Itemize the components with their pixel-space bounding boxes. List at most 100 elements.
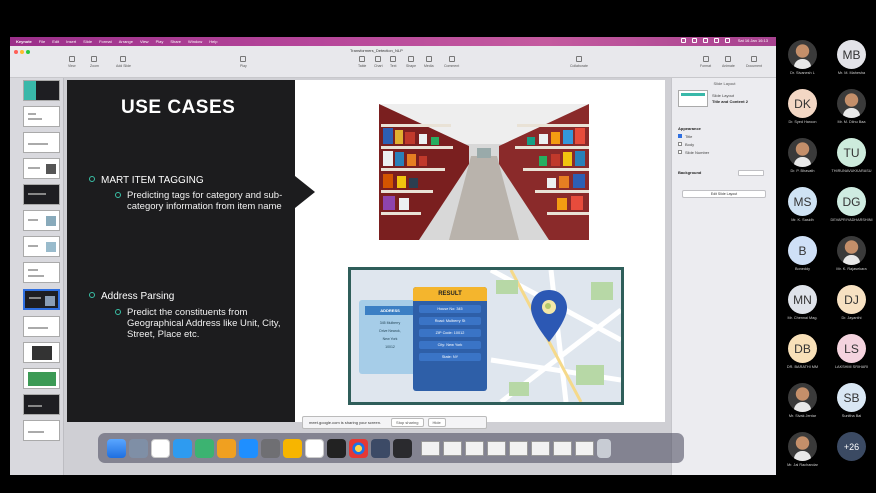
participant-tile[interactable]: LS LAKSHMI SRIHARI bbox=[827, 331, 876, 380]
app-icon[interactable] bbox=[371, 438, 390, 458]
status-icon[interactable] bbox=[691, 38, 697, 43]
document-thumbnail-icon[interactable] bbox=[509, 440, 528, 456]
toolbar-format-button[interactable]: Format bbox=[700, 56, 711, 68]
finder-icon[interactable] bbox=[107, 438, 126, 458]
document-thumbnail-icon[interactable] bbox=[553, 440, 572, 456]
pages-icon[interactable] bbox=[217, 438, 236, 458]
participant-tile[interactable]: Mr. Jai Rachandar bbox=[778, 429, 827, 478]
document-thumbnail-icon[interactable] bbox=[421, 440, 440, 456]
slide-thumbnail[interactable] bbox=[23, 184, 60, 205]
participant-tile[interactable]: B Boneddy bbox=[778, 233, 827, 282]
status-icon[interactable] bbox=[713, 38, 719, 43]
participant-tile[interactable]: TU THIRUNAVUKKARASU bbox=[827, 135, 876, 184]
participant-tile[interactable]: DG DEVAPRIYADHARSHINI bbox=[827, 184, 876, 233]
participant-tile[interactable]: Mr. M. Dilnu Baa bbox=[827, 86, 876, 135]
participant-tile[interactable]: DB DR. BARATHI MM bbox=[778, 331, 827, 380]
wifi-icon[interactable] bbox=[724, 38, 730, 43]
menu-slide[interactable]: Slide bbox=[83, 39, 92, 44]
sub-bullet-address[interactable]: Predict the constituents from Geographic… bbox=[115, 307, 287, 340]
layout-name[interactable]: Title and Content 2 bbox=[712, 99, 748, 104]
menu-edit[interactable]: Edit bbox=[52, 39, 59, 44]
menu-file[interactable]: File bbox=[39, 39, 45, 44]
calendar-icon[interactable] bbox=[151, 438, 170, 458]
edit-slide-layout-button[interactable]: Edit Slide Layout bbox=[682, 190, 766, 198]
menu-window[interactable]: Window bbox=[188, 39, 202, 44]
participant-tile[interactable]: DK Dr. Syed Haroon bbox=[778, 86, 827, 135]
toolbar-collaborate-button[interactable]: Collaborate bbox=[570, 56, 588, 68]
terminal-icon[interactable] bbox=[327, 438, 346, 458]
slide-thumbnail[interactable] bbox=[23, 394, 60, 415]
slide-thumbnail[interactable] bbox=[23, 420, 60, 441]
toolbar-animate-button[interactable]: Animate bbox=[722, 56, 735, 68]
document-thumbnail-icon[interactable] bbox=[465, 440, 484, 456]
trash-icon[interactable] bbox=[597, 438, 611, 458]
slide-thumbnail[interactable] bbox=[23, 80, 60, 101]
slide-thumbnail[interactable] bbox=[23, 368, 60, 389]
participant-tile[interactable]: Mr. K. Rajasekara bbox=[827, 233, 876, 282]
app-store-icon[interactable] bbox=[239, 438, 258, 458]
participant-tile[interactable]: MS Mr. K. Sasidh bbox=[778, 184, 827, 233]
sub-bullet-mart[interactable]: Predicting tags for category and sub- ca… bbox=[115, 190, 287, 212]
supermarket-aisle-image[interactable] bbox=[379, 104, 589, 240]
body-checkbox[interactable] bbox=[678, 142, 682, 146]
numbers-icon[interactable] bbox=[195, 438, 214, 458]
menubar-clock[interactable]: Sat 16 Jan 16:13 bbox=[738, 38, 768, 43]
toolbar-view-button[interactable]: View bbox=[68, 56, 76, 68]
slide-thumbnail[interactable] bbox=[23, 158, 60, 179]
hide-banner-button[interactable]: Hide bbox=[427, 418, 446, 427]
document-thumbnail-icon[interactable] bbox=[531, 440, 550, 456]
participant-tile[interactable]: MN Mr. Chennai Mag. bbox=[778, 282, 827, 331]
tab-slide-layout[interactable]: Slide Layout bbox=[713, 81, 735, 86]
participant-tile[interactable]: MB Mr. M. Mahesha bbox=[827, 37, 876, 86]
slide-number-checkbox[interactable] bbox=[678, 150, 682, 154]
toolbar-chart-button[interactable]: Chart bbox=[374, 56, 383, 68]
toolbar-play-button[interactable]: Play bbox=[240, 56, 247, 68]
bullet-address-parsing[interactable]: Address Parsing bbox=[89, 291, 174, 302]
slide-thumbnail[interactable] bbox=[23, 262, 60, 283]
participant-tile[interactable]: Dr. P. Bhavath bbox=[778, 135, 827, 184]
menu-arrange[interactable]: Arrange bbox=[119, 39, 133, 44]
menu-play[interactable]: Play bbox=[156, 39, 164, 44]
participant-tile[interactable]: DJ Dr. Jayanthi bbox=[827, 282, 876, 331]
participant-tile[interactable]: Mr. Sivak Jentar bbox=[778, 380, 827, 429]
toolbar-table-button[interactable]: Table bbox=[358, 56, 366, 68]
slide-thumbnail[interactable] bbox=[23, 132, 60, 153]
minimize-window-icon[interactable] bbox=[20, 50, 24, 54]
document-thumbnail-icon[interactable] bbox=[443, 440, 462, 456]
slide-thumbnail[interactable] bbox=[23, 236, 60, 257]
layout-thumbnail[interactable] bbox=[678, 90, 708, 107]
slide-thumbnail[interactable] bbox=[23, 316, 60, 337]
menu-view[interactable]: View bbox=[140, 39, 149, 44]
participant-tile[interactable]: Dr. Sivanesh L bbox=[778, 37, 827, 86]
document-thumbnail-icon[interactable] bbox=[487, 440, 506, 456]
menu-share[interactable]: Share bbox=[170, 39, 181, 44]
menu-insert[interactable]: Insert bbox=[66, 39, 76, 44]
system-preferences-icon[interactable] bbox=[261, 438, 280, 458]
status-icon[interactable] bbox=[680, 38, 686, 43]
toolbar-text-button[interactable]: Text bbox=[390, 56, 396, 68]
chrome-icon[interactable] bbox=[349, 438, 368, 458]
address-parsing-diagram[interactable]: ADDRESS 345 Mulberry Drive Nearok, New Y… bbox=[348, 267, 624, 405]
launchpad-icon[interactable] bbox=[129, 438, 148, 458]
slide-thumbnail[interactable] bbox=[23, 210, 60, 231]
participant-tile[interactable]: +26 bbox=[827, 429, 876, 478]
slide-thumbnail[interactable] bbox=[23, 342, 60, 363]
slide-canvas[interactable]: USE CASES MART ITEM TAGGING Predicting t… bbox=[67, 80, 665, 422]
slide-title[interactable]: USE CASES bbox=[121, 97, 235, 119]
close-window-icon[interactable] bbox=[14, 50, 18, 54]
slide-thumbnail[interactable] bbox=[23, 106, 60, 127]
stop-sharing-button[interactable]: Stop sharing bbox=[391, 418, 424, 427]
background-color-well[interactable] bbox=[738, 170, 764, 176]
title-checkbox[interactable] bbox=[678, 134, 682, 138]
document-thumbnail-icon[interactable] bbox=[575, 440, 594, 456]
status-icon[interactable] bbox=[702, 38, 708, 43]
toolbar-media-button[interactable]: Media bbox=[424, 56, 434, 68]
app-icon[interactable] bbox=[173, 438, 192, 458]
menu-help[interactable]: Help bbox=[209, 39, 217, 44]
toolbar-add-slide-button[interactable]: Add Slide bbox=[116, 56, 131, 68]
zoom-window-icon[interactable] bbox=[26, 50, 30, 54]
menu-format[interactable]: Format bbox=[99, 39, 112, 44]
pycharm-icon[interactable] bbox=[393, 438, 412, 458]
app-icon[interactable] bbox=[283, 438, 302, 458]
participant-tile[interactable]: SB Sunitha Bai bbox=[827, 380, 876, 429]
